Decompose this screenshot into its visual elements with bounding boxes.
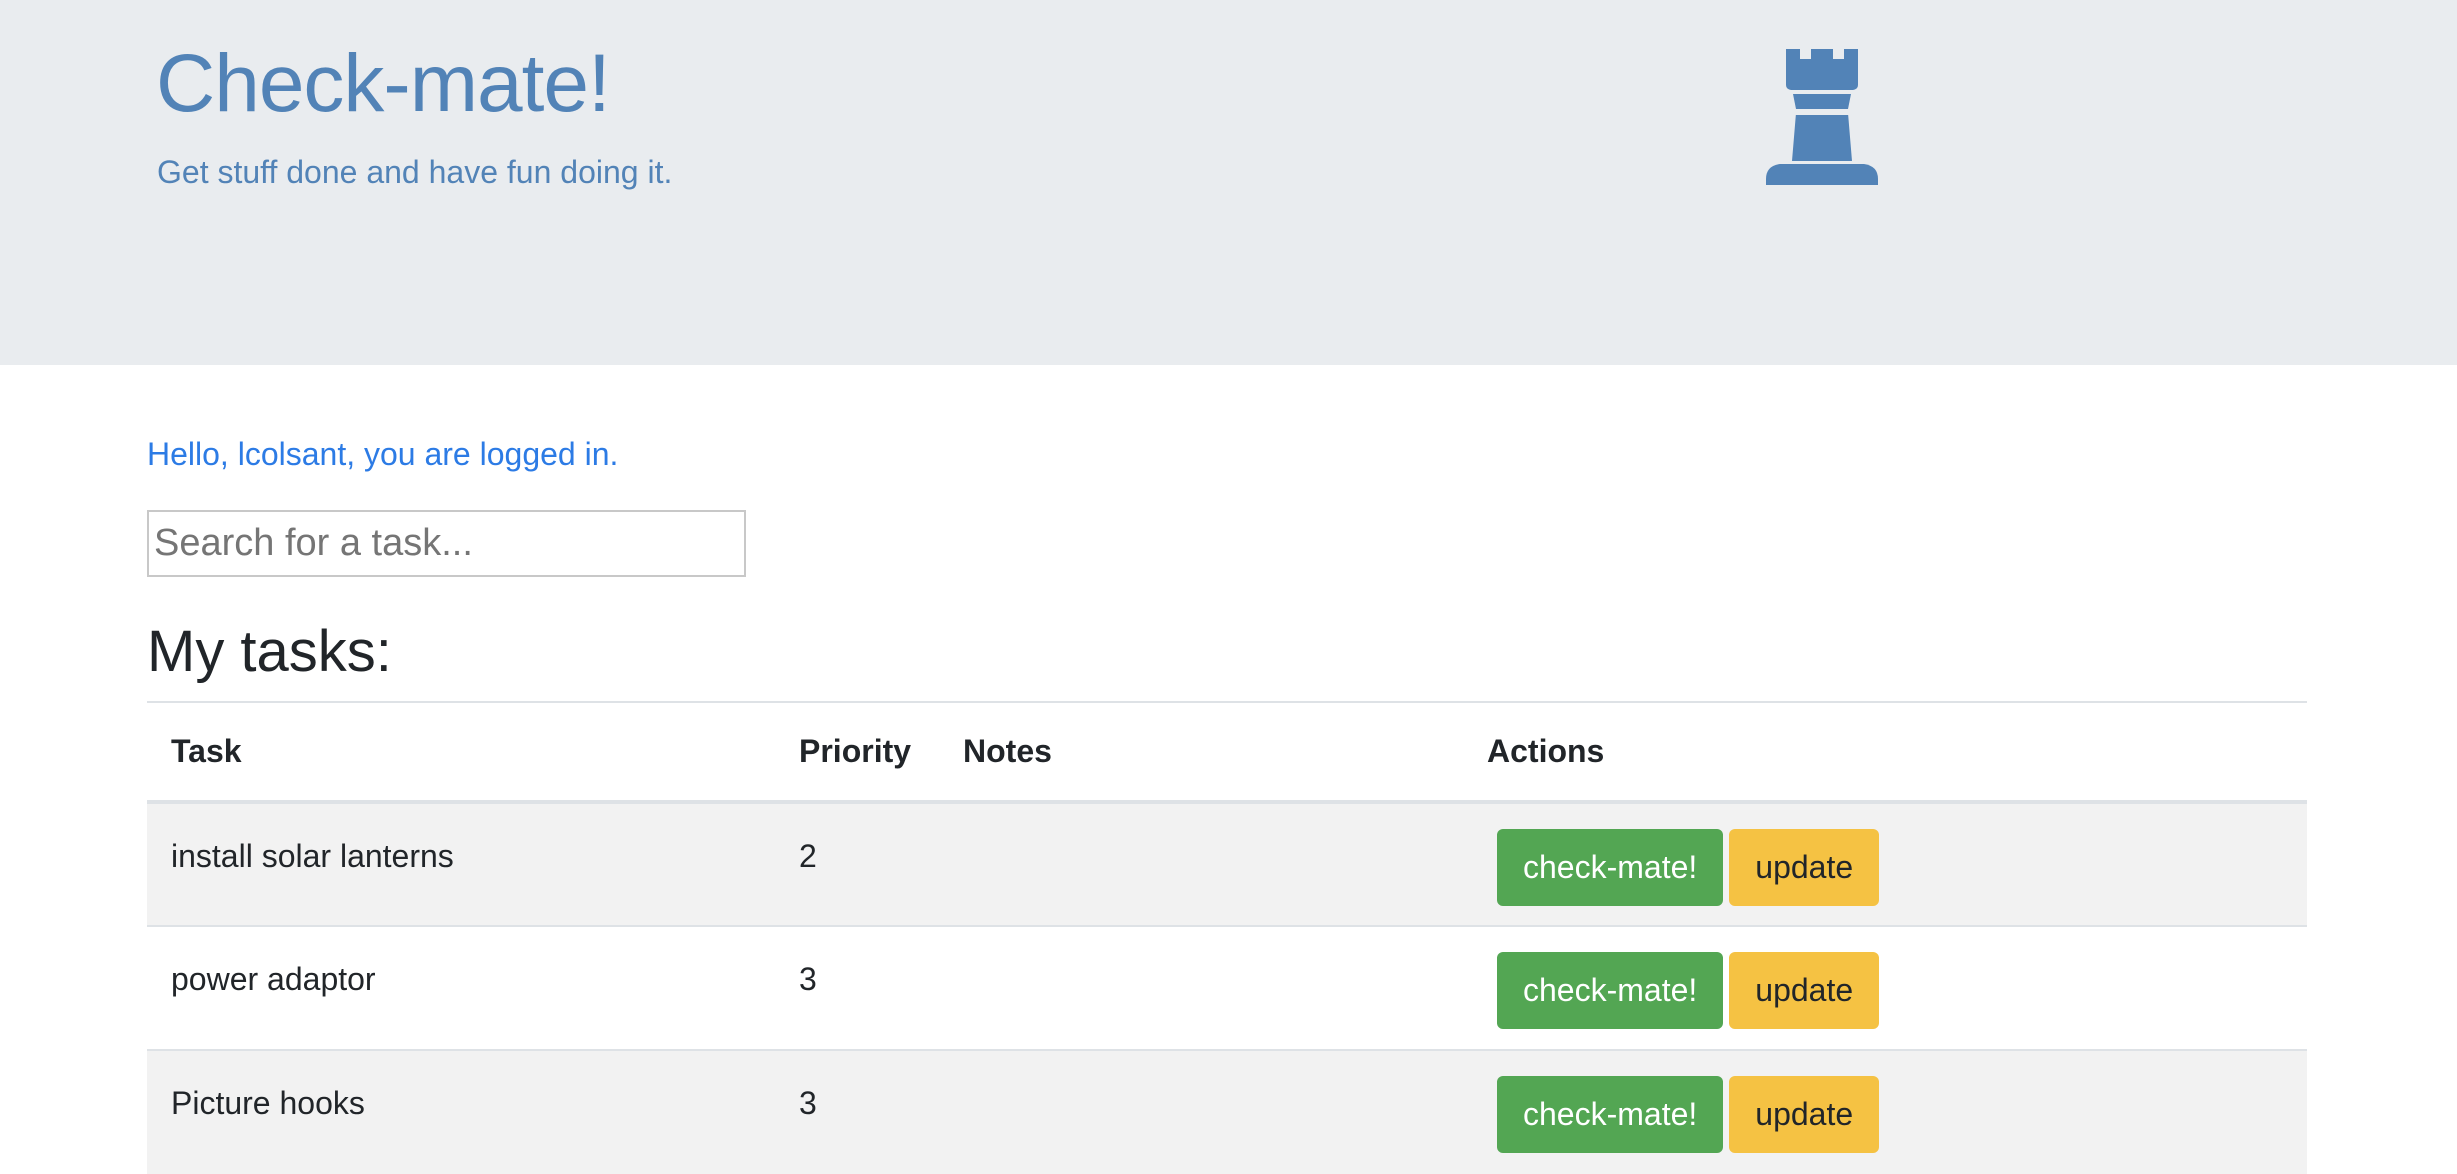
task-name: install solar lanterns xyxy=(147,801,775,926)
task-notes xyxy=(939,1049,1463,1174)
task-search-input[interactable] xyxy=(147,510,746,577)
table-row: install solar lanterns 2 check-mate! upda… xyxy=(147,801,2307,926)
table-row: power adaptor 3 check-mate! update xyxy=(147,925,2307,1050)
tasks-table: Task Priority Notes Actions install sola… xyxy=(147,701,2307,1174)
column-header-actions: Actions xyxy=(1463,701,2307,804)
checkmate-button[interactable]: check-mate! xyxy=(1497,1076,1724,1153)
column-header-priority: Priority xyxy=(775,701,939,804)
task-priority: 3 xyxy=(775,1049,939,1174)
app-title: Check-mate! xyxy=(156,38,611,129)
task-name: Picture hooks xyxy=(147,1049,775,1174)
task-name: power adaptor xyxy=(147,925,775,1050)
task-notes xyxy=(939,925,1463,1050)
update-button[interactable]: update xyxy=(1729,1076,1880,1153)
login-greeting: Hello, lcolsant, you are logged in. xyxy=(147,436,619,472)
task-actions: check-mate! update xyxy=(1463,1049,2307,1174)
task-actions: check-mate! update xyxy=(1463,801,2307,926)
column-header-notes: Notes xyxy=(939,701,1463,804)
task-actions: check-mate! update xyxy=(1463,925,2307,1050)
column-header-task: Task xyxy=(147,701,775,804)
checkmate-button[interactable]: check-mate! xyxy=(1497,952,1724,1029)
checkmate-button[interactable]: check-mate! xyxy=(1497,829,1724,906)
table-header-row: Task Priority Notes Actions xyxy=(147,701,2307,804)
header-banner: Check-mate! Get stuff done and have fun … xyxy=(0,0,2457,365)
update-button[interactable]: update xyxy=(1729,952,1880,1029)
app-tagline: Get stuff done and have fun doing it. xyxy=(157,154,673,190)
task-notes xyxy=(939,801,1463,926)
table-row: Picture hooks 3 check-mate! update xyxy=(147,1049,2307,1174)
tasks-heading: My tasks: xyxy=(147,619,392,684)
task-priority: 2 xyxy=(775,801,939,926)
chess-rook-icon xyxy=(1766,49,1878,185)
task-priority: 3 xyxy=(775,925,939,1050)
update-button[interactable]: update xyxy=(1729,829,1880,906)
